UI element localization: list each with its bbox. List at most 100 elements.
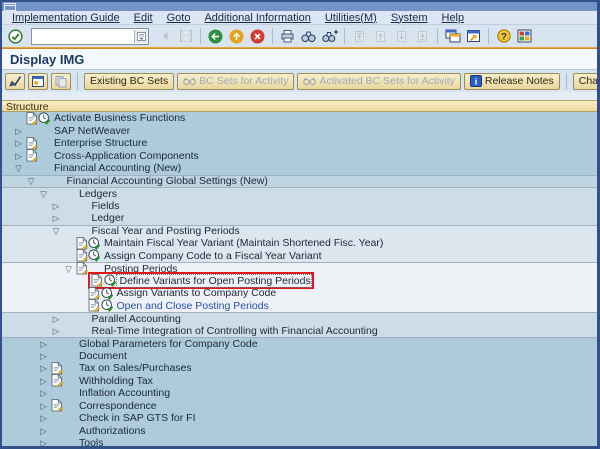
tree-item-label[interactable]: Activate Business Functions	[51, 112, 185, 124]
img-documentation-icon[interactable]	[88, 299, 101, 312]
expand-arrow-icon[interactable]: ▷	[50, 327, 63, 336]
collapse-arrow-icon[interactable]: ▽	[37, 190, 50, 199]
customize-layout-button[interactable]	[515, 27, 534, 46]
collapse-arrow-icon[interactable]: ▽	[50, 227, 63, 236]
img-documentation-icon[interactable]	[25, 112, 38, 125]
tree-item-label[interactable]: Withholding Tax	[76, 375, 153, 387]
find-next-button[interactable]	[320, 27, 339, 46]
expand-arrow-icon[interactable]: ▷	[50, 202, 63, 211]
structure-header: Structure	[2, 100, 597, 112]
tree-item-label[interactable]: Assign Variants to Company Code	[114, 287, 277, 299]
tree-row-correspondence: ▷ Correspondence	[2, 400, 597, 413]
expand-arrow-icon[interactable]: ▷	[50, 214, 63, 223]
menu-item-goto[interactable]: Goto	[167, 12, 191, 24]
img-documentation-icon[interactable]	[75, 237, 88, 250]
menu-item-system[interactable]: System	[391, 12, 428, 24]
tree-item-label[interactable]: Check in SAP GTS for FI	[76, 412, 196, 424]
expand-arrow-icon[interactable]: ▷	[37, 402, 50, 411]
img-documentation-icon[interactable]	[50, 362, 63, 375]
tree-item-label[interactable]: Correspondence	[76, 400, 157, 412]
tree-item-label[interactable]: Ledgers	[76, 188, 117, 200]
img-activity-icon[interactable]	[101, 299, 114, 312]
tree-item-label[interactable]: Financial Accounting (New)	[51, 162, 181, 174]
expand-arrow-icon[interactable]: ▷	[12, 152, 25, 161]
title-row: Display IMG	[2, 49, 597, 69]
img-documentation-icon[interactable]	[25, 149, 38, 162]
tree-item-label[interactable]: Fiscal Year and Posting Periods	[89, 225, 240, 237]
expand-arrow-icon[interactable]: ▷	[37, 439, 50, 446]
img-documentation-icon[interactable]	[88, 287, 101, 300]
expand-arrow-icon[interactable]: ▷	[50, 315, 63, 324]
tree-item-label[interactable]: Open and Close Posting Periods	[114, 300, 269, 312]
collapse-arrow-icon[interactable]: ▽	[12, 164, 25, 173]
existing-bc-sets-button[interactable]: Existing BC Sets	[84, 73, 174, 90]
help-button[interactable]: ?	[494, 27, 513, 46]
expand-arrow-icon[interactable]: ▷	[37, 364, 50, 373]
tree-item-label[interactable]: SAP NetWeaver	[51, 125, 130, 137]
tree-row-parallel-accounting: ▷ Parallel Accounting	[2, 312, 597, 325]
tree-item-label[interactable]: Authorizations	[76, 425, 146, 437]
release-notes-button[interactable]: iRelease Notes	[464, 73, 560, 90]
tree-item-label[interactable]: Cross-Application Components	[51, 150, 199, 162]
tree-item-label[interactable]: Assign Company Code to a Fiscal Year Var…	[101, 250, 322, 262]
tree-item-label[interactable]: Document	[76, 350, 127, 362]
position-button[interactable]	[5, 73, 25, 90]
menu-item-utilities-m[interactable]: Utilities(M)	[325, 12, 377, 24]
img-activity-icon[interactable]	[104, 274, 117, 287]
menu-item-additional-information[interactable]: Additional Information	[204, 12, 310, 24]
tree-item-label[interactable]: Fields	[89, 200, 120, 212]
expand-arrow-icon[interactable]: ▷	[37, 427, 50, 436]
tree-item-label[interactable]: Ledger	[89, 212, 125, 224]
expand-arrow-icon[interactable]: ▷	[37, 352, 50, 361]
expand-arrow-icon[interactable]: ▷	[12, 139, 25, 148]
img-activity-icon[interactable]	[38, 112, 51, 125]
menu-item-implementation-guide[interactable]: Implementation Guide	[12, 12, 120, 24]
img-documentation-icon[interactable]	[75, 262, 88, 275]
cancel-button[interactable]	[248, 27, 267, 46]
img-documentation-icon[interactable]	[25, 137, 38, 150]
tree-item-label[interactable]: Tools	[76, 437, 104, 446]
create-shortcut-button[interactable]	[464, 27, 483, 46]
find-button[interactable]	[299, 27, 318, 46]
img-activity-icon[interactable]	[88, 237, 101, 250]
last-page-icon	[416, 30, 429, 43]
new-session-button[interactable]	[443, 27, 462, 46]
print-button[interactable]	[278, 27, 297, 46]
collapse-arrow-icon[interactable]: ▽	[62, 265, 75, 274]
tree-item-label[interactable]: Enterprise Structure	[51, 137, 147, 149]
tree-item-label[interactable]: Maintain Fiscal Year Variant (Maintain S…	[101, 237, 383, 249]
img-documentation-icon[interactable]	[50, 374, 63, 387]
img-structure-tree: Activate Business Functions ▷ SAP NetWeave…	[2, 112, 597, 446]
tree-item-label[interactable]: Inflation Accounting	[76, 387, 170, 399]
command-field[interactable]	[32, 30, 134, 43]
img-activity-icon[interactable]	[88, 249, 101, 262]
expand-arrow-icon[interactable]: ▷	[37, 377, 50, 386]
command-field-dropdown-icon[interactable]	[134, 30, 148, 43]
img-activity-icon[interactable]	[101, 287, 114, 300]
back-button[interactable]	[206, 27, 225, 46]
menu-item-help[interactable]: Help	[442, 12, 465, 24]
img-documentation-icon[interactable]	[91, 274, 104, 287]
tree-item-label[interactable]: Real-Time Integration of Controlling wit…	[89, 325, 378, 337]
activated-bc-sets-for-activity-button: Activated BC Sets for Activity	[297, 73, 460, 90]
menu-item-edit[interactable]: Edit	[134, 12, 153, 24]
tree-item-label[interactable]: Global Parameters for Company Code	[76, 338, 258, 350]
enter-button[interactable]	[6, 27, 25, 46]
tree-item-label[interactable]: Define Variants for Open Posting Periods	[117, 275, 311, 287]
tree-item-label[interactable]: Financial Accounting Global Settings (Ne…	[64, 175, 268, 187]
tree-item-label[interactable]: Parallel Accounting	[89, 313, 181, 325]
display-node-button[interactable]	[28, 73, 48, 90]
exit-button[interactable]	[227, 27, 246, 46]
app-toolbar-separator	[77, 73, 78, 90]
img-documentation-icon[interactable]	[50, 399, 63, 412]
expand-arrow-icon[interactable]: ▷	[37, 340, 50, 349]
img-documentation-icon[interactable]	[75, 249, 88, 262]
glasses-icon	[183, 76, 196, 86]
expand-arrow-icon[interactable]: ▷	[37, 414, 50, 423]
tree-item-label[interactable]: Tax on Sales/Purchases	[76, 362, 192, 374]
change-log-button[interactable]: Change Log	[573, 73, 600, 90]
exit-arrow-icon	[229, 29, 244, 44]
expand-arrow-icon[interactable]: ▷	[37, 389, 50, 398]
expand-arrow-icon[interactable]: ▷	[12, 127, 25, 136]
collapse-arrow-icon[interactable]: ▽	[25, 177, 38, 186]
